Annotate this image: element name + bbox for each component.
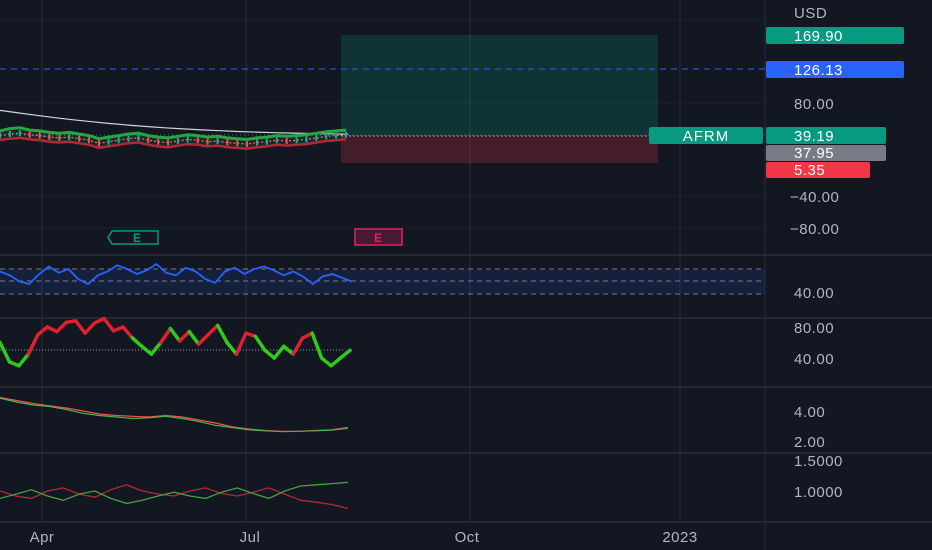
price-tag-target-value: 169.90 <box>794 28 843 45</box>
price-tag-entry[interactable]: 37.95 <box>766 145 886 162</box>
price-candle <box>246 141 249 148</box>
price-candle <box>167 139 170 146</box>
stoch-y-tick-40: 40.00 <box>794 351 834 368</box>
price-candle <box>206 138 209 145</box>
price-candle <box>48 134 51 141</box>
price-tag-target[interactable]: 169.90 <box>766 27 904 45</box>
x-tick-jul: Jul <box>240 529 261 546</box>
price-candle <box>265 138 268 145</box>
position-loss-zone[interactable] <box>341 136 658 163</box>
price-candle <box>226 139 229 146</box>
price-tag-alert[interactable]: 126.13 <box>766 61 904 79</box>
y-tick-neg80: −80.00 <box>790 221 839 238</box>
symbol-tag[interactable]: AFRM <box>649 127 763 145</box>
price-tag-stop[interactable]: 5.35 <box>766 162 870 179</box>
price-candle <box>18 130 21 137</box>
price-candle <box>117 137 120 144</box>
x-tick-oct: Oct <box>455 529 480 546</box>
price-candle <box>58 134 61 141</box>
price-tag-alert-value: 126.13 <box>794 62 843 79</box>
price-candle <box>325 133 328 140</box>
dmi-y-tick-1-5: 1.5000 <box>794 453 843 470</box>
price-candle <box>0 132 1 139</box>
long-position-tool[interactable] <box>341 35 658 163</box>
price-tag-entry-value: 37.95 <box>794 145 834 162</box>
price-candle <box>78 135 81 142</box>
price-candle <box>315 134 318 141</box>
price-candle <box>236 140 239 147</box>
earnings-marker-1-label: E <box>133 231 141 245</box>
price-candle <box>176 138 179 144</box>
symbol-tag-label: AFRM <box>683 128 730 145</box>
price-candle <box>295 137 298 144</box>
dmi-y-tick-1-0: 1.0000 <box>794 484 843 501</box>
y-tick-neg40: −40.00 <box>790 189 839 206</box>
price-candle <box>147 137 150 144</box>
price-candle <box>196 137 199 144</box>
price-candle <box>275 137 278 144</box>
price-tag-stop-value: 5.35 <box>794 162 825 179</box>
earnings-marker-2[interactable]: E <box>354 228 403 246</box>
price-candle <box>345 131 347 138</box>
band-y-tick-2: 2.00 <box>794 434 825 451</box>
stoch-y-tick-80: 80.00 <box>794 320 834 337</box>
earnings-marker-2-label: E <box>374 231 382 245</box>
price-candle <box>216 138 219 144</box>
rsi-y-tick-40: 40.00 <box>794 285 834 302</box>
price-candle <box>88 137 90 144</box>
price-candle <box>186 136 189 143</box>
price-candle <box>256 139 258 146</box>
price-candle <box>38 132 41 139</box>
price-candle <box>335 132 338 139</box>
band-y-tick-4: 4.00 <box>794 404 825 421</box>
price-tag-last-value: 39.19 <box>794 128 834 145</box>
trading-chart[interactable]: E E USD 80.00 −40.00 −80.00 40.00 80.00 … <box>0 0 932 550</box>
price-tag-last[interactable]: 39.19 <box>766 127 886 145</box>
price-candle <box>137 134 140 141</box>
price-candle <box>107 138 110 145</box>
currency-label: USD <box>794 5 827 22</box>
position-profit-zone[interactable] <box>341 35 658 136</box>
price-candle <box>285 138 288 144</box>
x-tick-2023: 2023 <box>662 529 697 546</box>
x-tick-apr: Apr <box>30 529 55 546</box>
price-candle <box>305 136 308 143</box>
y-tick-80: 80.00 <box>794 96 834 113</box>
price-candle <box>8 131 11 137</box>
price-candle <box>68 134 71 141</box>
price-candle <box>157 138 160 145</box>
price-candle <box>97 140 100 147</box>
price-candle <box>28 131 31 138</box>
price-candle <box>127 135 130 142</box>
